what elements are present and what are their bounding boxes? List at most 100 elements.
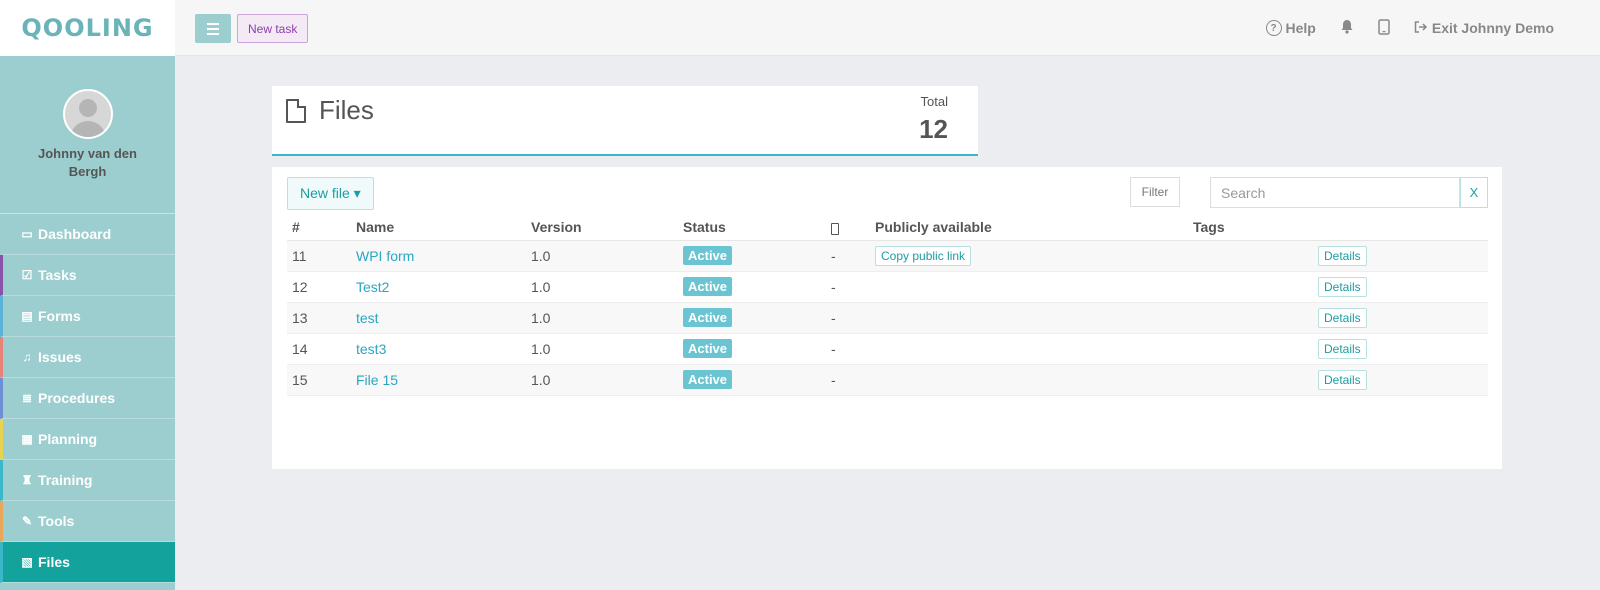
cell-version: 1.0 bbox=[526, 333, 678, 365]
sidebar-item-label: Dashboard bbox=[38, 226, 112, 242]
tablet-icon bbox=[1378, 18, 1390, 38]
calendar-icon: ▦ bbox=[21, 432, 33, 446]
filter-button[interactable]: Filter bbox=[1130, 177, 1180, 207]
cell-status: Active bbox=[678, 240, 826, 272]
cell-public: Copy public link bbox=[870, 240, 1188, 272]
cell-actions: Details bbox=[1313, 364, 1488, 396]
sidebar-item-tools[interactable]: ✎ Tools bbox=[0, 501, 175, 542]
cell-status: Active bbox=[678, 271, 826, 303]
cell-id: 13 bbox=[287, 302, 351, 334]
cell-tags bbox=[1188, 364, 1313, 396]
details-button[interactable]: Details bbox=[1318, 276, 1367, 297]
cell-mobile: - bbox=[826, 333, 870, 365]
sidebar-item-issues[interactable]: ♫ Issues bbox=[0, 337, 175, 378]
file-name-link[interactable]: Test2 bbox=[356, 279, 389, 295]
cell-public bbox=[870, 364, 1188, 396]
sidebar-item-training[interactable]: ♜ Training bbox=[0, 460, 175, 501]
cell-public bbox=[870, 302, 1188, 334]
col-header-id[interactable]: # bbox=[287, 215, 351, 241]
col-header-status[interactable]: Status bbox=[678, 215, 826, 241]
help-link[interactable]: ? Help bbox=[1265, 20, 1316, 36]
col-header-mobile[interactable] bbox=[826, 215, 870, 241]
cell-name: test bbox=[351, 302, 526, 334]
sidebar-item-procedures[interactable]: ≣ Procedures bbox=[0, 378, 175, 419]
cell-actions: Details bbox=[1313, 333, 1488, 365]
search-input[interactable] bbox=[1210, 177, 1460, 208]
copy-public-link-button[interactable]: Copy public link bbox=[875, 245, 972, 266]
list-icon: ≣ bbox=[21, 391, 33, 405]
profile-name: Johnny van den Bergh bbox=[38, 146, 137, 179]
avatar[interactable] bbox=[62, 89, 113, 139]
cell-id: 14 bbox=[287, 333, 351, 365]
table-header-row: # Name Version Status Publicly available… bbox=[287, 215, 1488, 241]
device-button[interactable] bbox=[1378, 18, 1390, 38]
sidebar-item-tasks[interactable]: ☑ Tasks bbox=[0, 255, 175, 296]
help-label: Help bbox=[1285, 20, 1316, 36]
cell-actions: Details bbox=[1313, 302, 1488, 334]
logo-area[interactable]: QOOLING bbox=[0, 0, 175, 56]
clear-search-button[interactable]: X bbox=[1460, 177, 1488, 208]
cell-tags bbox=[1188, 271, 1313, 303]
exit-demo-link[interactable]: Exit Johnny Demo bbox=[1414, 20, 1554, 36]
cell-name: test3 bbox=[351, 333, 526, 365]
sidebar-item-label: Files bbox=[38, 554, 70, 570]
details-button[interactable]: Details bbox=[1318, 245, 1367, 266]
pdf-file-icon: ▧ bbox=[21, 555, 33, 569]
user-profile: Johnny van den Bergh bbox=[0, 56, 175, 214]
status-badge: Active bbox=[683, 277, 733, 296]
sidebar-item-dashboard[interactable]: ▭ Dashboard bbox=[0, 214, 175, 255]
question-icon: ? bbox=[1265, 20, 1282, 36]
file-name-link[interactable]: test bbox=[356, 310, 379, 326]
new-file-dropdown-button[interactable]: New file ▾ bbox=[287, 177, 374, 210]
sidebar-item-planning[interactable]: ▦ Planning bbox=[0, 419, 175, 460]
file-name-link[interactable]: File 15 bbox=[356, 372, 398, 388]
details-button[interactable]: Details bbox=[1318, 338, 1367, 359]
sidebar-item-label: Procedures bbox=[38, 390, 116, 406]
sidebar-item-label: Training bbox=[38, 472, 93, 488]
total-count: 12 bbox=[919, 114, 948, 144]
sidebar-item-forms[interactable]: ▤ Forms bbox=[0, 296, 175, 337]
cell-public bbox=[870, 333, 1188, 365]
col-header-actions bbox=[1313, 215, 1488, 241]
sidebar-item-label: Tasks bbox=[38, 267, 77, 283]
col-header-public[interactable]: Publicly available bbox=[870, 215, 1188, 241]
new-task-button[interactable]: New task bbox=[237, 14, 309, 43]
cell-status: Active bbox=[678, 364, 826, 396]
cell-tags bbox=[1188, 333, 1313, 365]
exit-label: Exit Johnny Demo bbox=[1431, 20, 1554, 36]
sidebar-item-label: Forms bbox=[38, 308, 81, 324]
col-header-tags[interactable]: Tags bbox=[1188, 215, 1313, 241]
cell-version: 1.0 bbox=[526, 364, 678, 396]
cell-name: Test2 bbox=[351, 271, 526, 303]
cell-tags bbox=[1188, 302, 1313, 334]
bell-icon bbox=[1340, 19, 1354, 37]
cell-mobile: - bbox=[826, 302, 870, 334]
notifications-button[interactable] bbox=[1340, 19, 1354, 37]
cell-mobile: - bbox=[826, 271, 870, 303]
col-header-version[interactable]: Version bbox=[526, 215, 678, 241]
menu-toggle-button[interactable] bbox=[195, 14, 231, 43]
sidebar-nav: ▭ Dashboard ☑ Tasks ▤ Forms ♫ Issues ≣ Procedures… bbox=[0, 214, 175, 583]
table-row: 13 test 1.0 Active - Details bbox=[287, 302, 1488, 334]
cell-name: WPI form bbox=[351, 240, 526, 272]
file-name-link[interactable]: WPI form bbox=[356, 248, 414, 264]
cell-name: File 15 bbox=[351, 364, 526, 396]
files-summary-card: Files Total 12 bbox=[272, 86, 978, 156]
document-icon: ▤ bbox=[21, 309, 33, 323]
sidebar-item-files[interactable]: ▧ Files bbox=[0, 542, 175, 583]
table-row: 14 test3 1.0 Active - Details bbox=[287, 333, 1488, 365]
files-table: # Name Version Status Publicly available… bbox=[287, 215, 1488, 396]
status-badge: Active bbox=[683, 246, 733, 265]
logo[interactable]: QOOLING bbox=[21, 14, 153, 42]
bell-icon: ♫ bbox=[22, 350, 32, 364]
status-badge: Active bbox=[683, 308, 733, 327]
details-button[interactable]: Details bbox=[1318, 369, 1367, 390]
files-panel: New file ▾ Filter X # Name Version Statu… bbox=[272, 167, 1502, 469]
cell-mobile: - bbox=[826, 240, 870, 272]
page-title: Files bbox=[319, 95, 374, 125]
table-row: 12 Test2 1.0 Active - Details bbox=[287, 271, 1488, 303]
file-name-link[interactable]: test3 bbox=[356, 341, 386, 357]
topbar: New task ? Help Exit Johnny Demo bbox=[175, 0, 1600, 56]
col-header-name[interactable]: Name bbox=[351, 215, 526, 241]
details-button[interactable]: Details bbox=[1318, 307, 1367, 328]
